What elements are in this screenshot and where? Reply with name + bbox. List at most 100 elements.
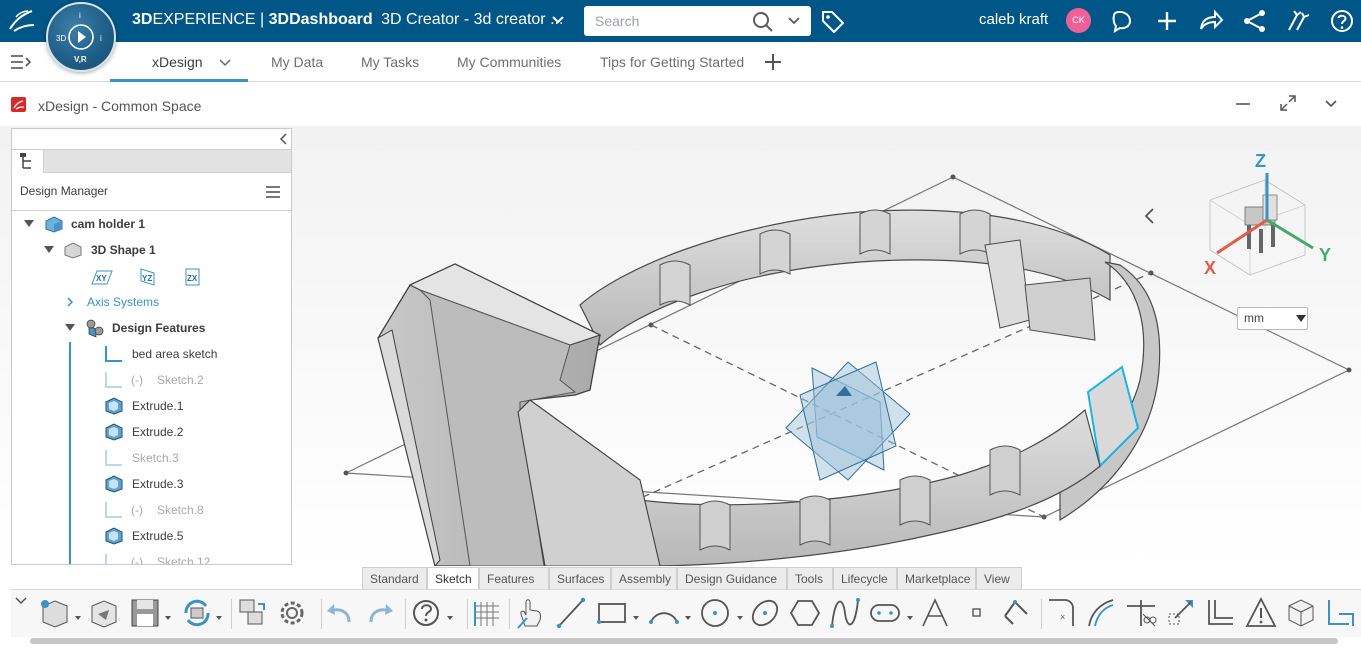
- user-name[interactable]: caleb kraft: [979, 11, 1048, 28]
- avatar[interactable]: CK: [1066, 8, 1091, 33]
- tree-node-3d-shape[interactable]: 3D Shape 1: [12, 240, 291, 260]
- xy-plane-icon[interactable]: XY: [90, 267, 114, 287]
- slot-icon[interactable]: [869, 596, 915, 630]
- chevron-left-icon[interactable]: [278, 132, 290, 146]
- arc-icon[interactable]: [647, 596, 693, 630]
- chevron-right-icon[interactable]: [66, 297, 74, 307]
- replace-icon[interactable]: [236, 596, 268, 630]
- tab-my-tasks[interactable]: My Tasks: [361, 54, 419, 70]
- tree-node-cam-holder[interactable]: cam holder 1: [12, 214, 291, 234]
- chevron-down-icon[interactable]: [15, 596, 27, 606]
- cube-icon: [45, 216, 63, 233]
- new-icon[interactable]: [37, 596, 83, 630]
- select-hand-icon[interactable]: [515, 596, 547, 630]
- tab-standard[interactable]: Standard: [362, 567, 427, 589]
- chevron-down-icon[interactable]: [65, 324, 75, 332]
- menu-toggle-icon[interactable]: [10, 54, 32, 70]
- ds-logo-icon[interactable]: [6, 5, 38, 37]
- circle-icon[interactable]: [699, 596, 745, 630]
- tree-node-sketch-2[interactable]: (-) Sketch.2: [12, 370, 291, 390]
- tree-node-sketch-12[interactable]: (-) Sketch.12: [12, 552, 291, 564]
- view-triad[interactable]: Z X Y: [1195, 145, 1345, 285]
- tab-view[interactable]: View: [976, 567, 1022, 589]
- add-tab-icon[interactable]: [764, 53, 782, 71]
- yz-plane-icon[interactable]: YZ: [136, 267, 160, 287]
- cube-view-icon[interactable]: [1285, 596, 1317, 630]
- chevron-down-icon[interactable]: [24, 220, 34, 228]
- search-box[interactable]: [584, 6, 811, 36]
- add-icon[interactable]: [1155, 9, 1179, 33]
- dimension-icon[interactable]: [999, 596, 1033, 630]
- app-title[interactable]: 3DEXPERIENCE | 3DDashboard 3D Creator - …: [132, 11, 563, 29]
- refresh-icon[interactable]: [180, 596, 224, 630]
- compass-icon[interactable]: i 3D i V,R: [46, 2, 116, 72]
- yz-plane-label: YZ: [142, 274, 152, 283]
- ellipse-icon[interactable]: [749, 596, 781, 630]
- tab-my-communities[interactable]: My Communities: [457, 54, 561, 70]
- open-icon[interactable]: [89, 596, 119, 630]
- warning-icon[interactable]: [1245, 596, 1277, 630]
- apps-icon[interactable]: [1286, 9, 1312, 33]
- grid-icon[interactable]: [471, 596, 501, 630]
- chevron-down-icon[interactable]: [1324, 98, 1338, 110]
- notifications-icon[interactable]: [1110, 9, 1136, 33]
- tree-node-extrude-2[interactable]: Extrude.2: [12, 422, 291, 442]
- network-icon[interactable]: [1242, 9, 1268, 33]
- tab-surfaces[interactable]: Surfaces: [549, 567, 611, 589]
- offset-icon[interactable]: [1085, 596, 1117, 630]
- polygon-icon[interactable]: [789, 596, 821, 630]
- sketch-plane-icon[interactable]: [1325, 596, 1357, 630]
- tab-tools[interactable]: Tools: [787, 567, 833, 589]
- tree-node-design-features[interactable]: Design Features: [12, 318, 291, 338]
- chevron-down-icon[interactable]: [550, 12, 566, 28]
- tab-tips[interactable]: Tips for Getting Started: [600, 54, 744, 70]
- tree-tab[interactable]: [12, 150, 44, 173]
- hamburger-menu-icon[interactable]: [265, 185, 281, 199]
- search-icon[interactable]: [752, 11, 774, 33]
- tree-node-extrude-3[interactable]: Extrude.3: [12, 474, 291, 494]
- minimize-icon[interactable]: [1235, 96, 1251, 112]
- tree-node-sketch-3[interactable]: Sketch.3: [12, 448, 291, 468]
- tab-design-guidance[interactable]: Design Guidance: [677, 567, 787, 589]
- save-icon[interactable]: [129, 596, 173, 630]
- tree-node-extrude-1[interactable]: Extrude.1: [12, 396, 291, 416]
- toolbar-scrollbar[interactable]: [30, 638, 1338, 644]
- help-icon[interactable]: [411, 596, 455, 630]
- chevron-down-icon[interactable]: [788, 16, 800, 26]
- tab-my-data[interactable]: My Data: [271, 54, 323, 70]
- tree-node-sketch-8[interactable]: (-) Sketch.8: [12, 500, 291, 520]
- tab-sketch[interactable]: Sketch: [427, 567, 479, 589]
- trim-icon[interactable]: [1125, 596, 1157, 630]
- compass-left-label: 3D: [56, 34, 66, 43]
- point-icon[interactable]: [967, 596, 987, 630]
- tag-icon[interactable]: [820, 9, 846, 33]
- gear-icon[interactable]: [277, 596, 307, 630]
- spline-icon[interactable]: [829, 596, 861, 630]
- text-icon[interactable]: [919, 596, 951, 630]
- chevron-down-icon[interactable]: [219, 58, 231, 68]
- chevron-down-icon[interactable]: [44, 246, 54, 254]
- share-icon[interactable]: [1198, 9, 1224, 33]
- tab-features[interactable]: Features: [479, 567, 549, 589]
- redo-icon[interactable]: [365, 596, 395, 630]
- tab-assembly[interactable]: Assembly: [611, 567, 677, 589]
- tree-node-bed-area-sketch[interactable]: bed area sketch: [12, 344, 291, 364]
- maximize-icon[interactable]: [1279, 94, 1297, 112]
- tree-node-axis-systems[interactable]: Axis Systems: [12, 292, 291, 312]
- tab-xdesign[interactable]: xDesign: [152, 54, 203, 70]
- rectangle-icon[interactable]: [595, 596, 641, 630]
- tab-marketplace[interactable]: Marketplace: [897, 567, 976, 589]
- units-dropdown[interactable]: mm: [1237, 307, 1308, 330]
- fillet-icon[interactable]: ×: [1045, 596, 1077, 630]
- help-icon[interactable]: [1330, 9, 1354, 33]
- construction-icon[interactable]: [1205, 596, 1237, 630]
- chevron-left-icon[interactable]: [1143, 207, 1157, 225]
- undo-icon[interactable]: [325, 596, 355, 630]
- zx-plane-icon[interactable]: ZX: [181, 267, 205, 287]
- line-icon[interactable]: [555, 596, 587, 630]
- search-input[interactable]: [584, 6, 754, 36]
- transform-icon[interactable]: [1165, 596, 1197, 630]
- tree-node-extrude-5[interactable]: Extrude.5: [12, 526, 291, 546]
- tab-lifecycle[interactable]: Lifecycle: [833, 567, 897, 589]
- divider: [12, 210, 291, 211]
